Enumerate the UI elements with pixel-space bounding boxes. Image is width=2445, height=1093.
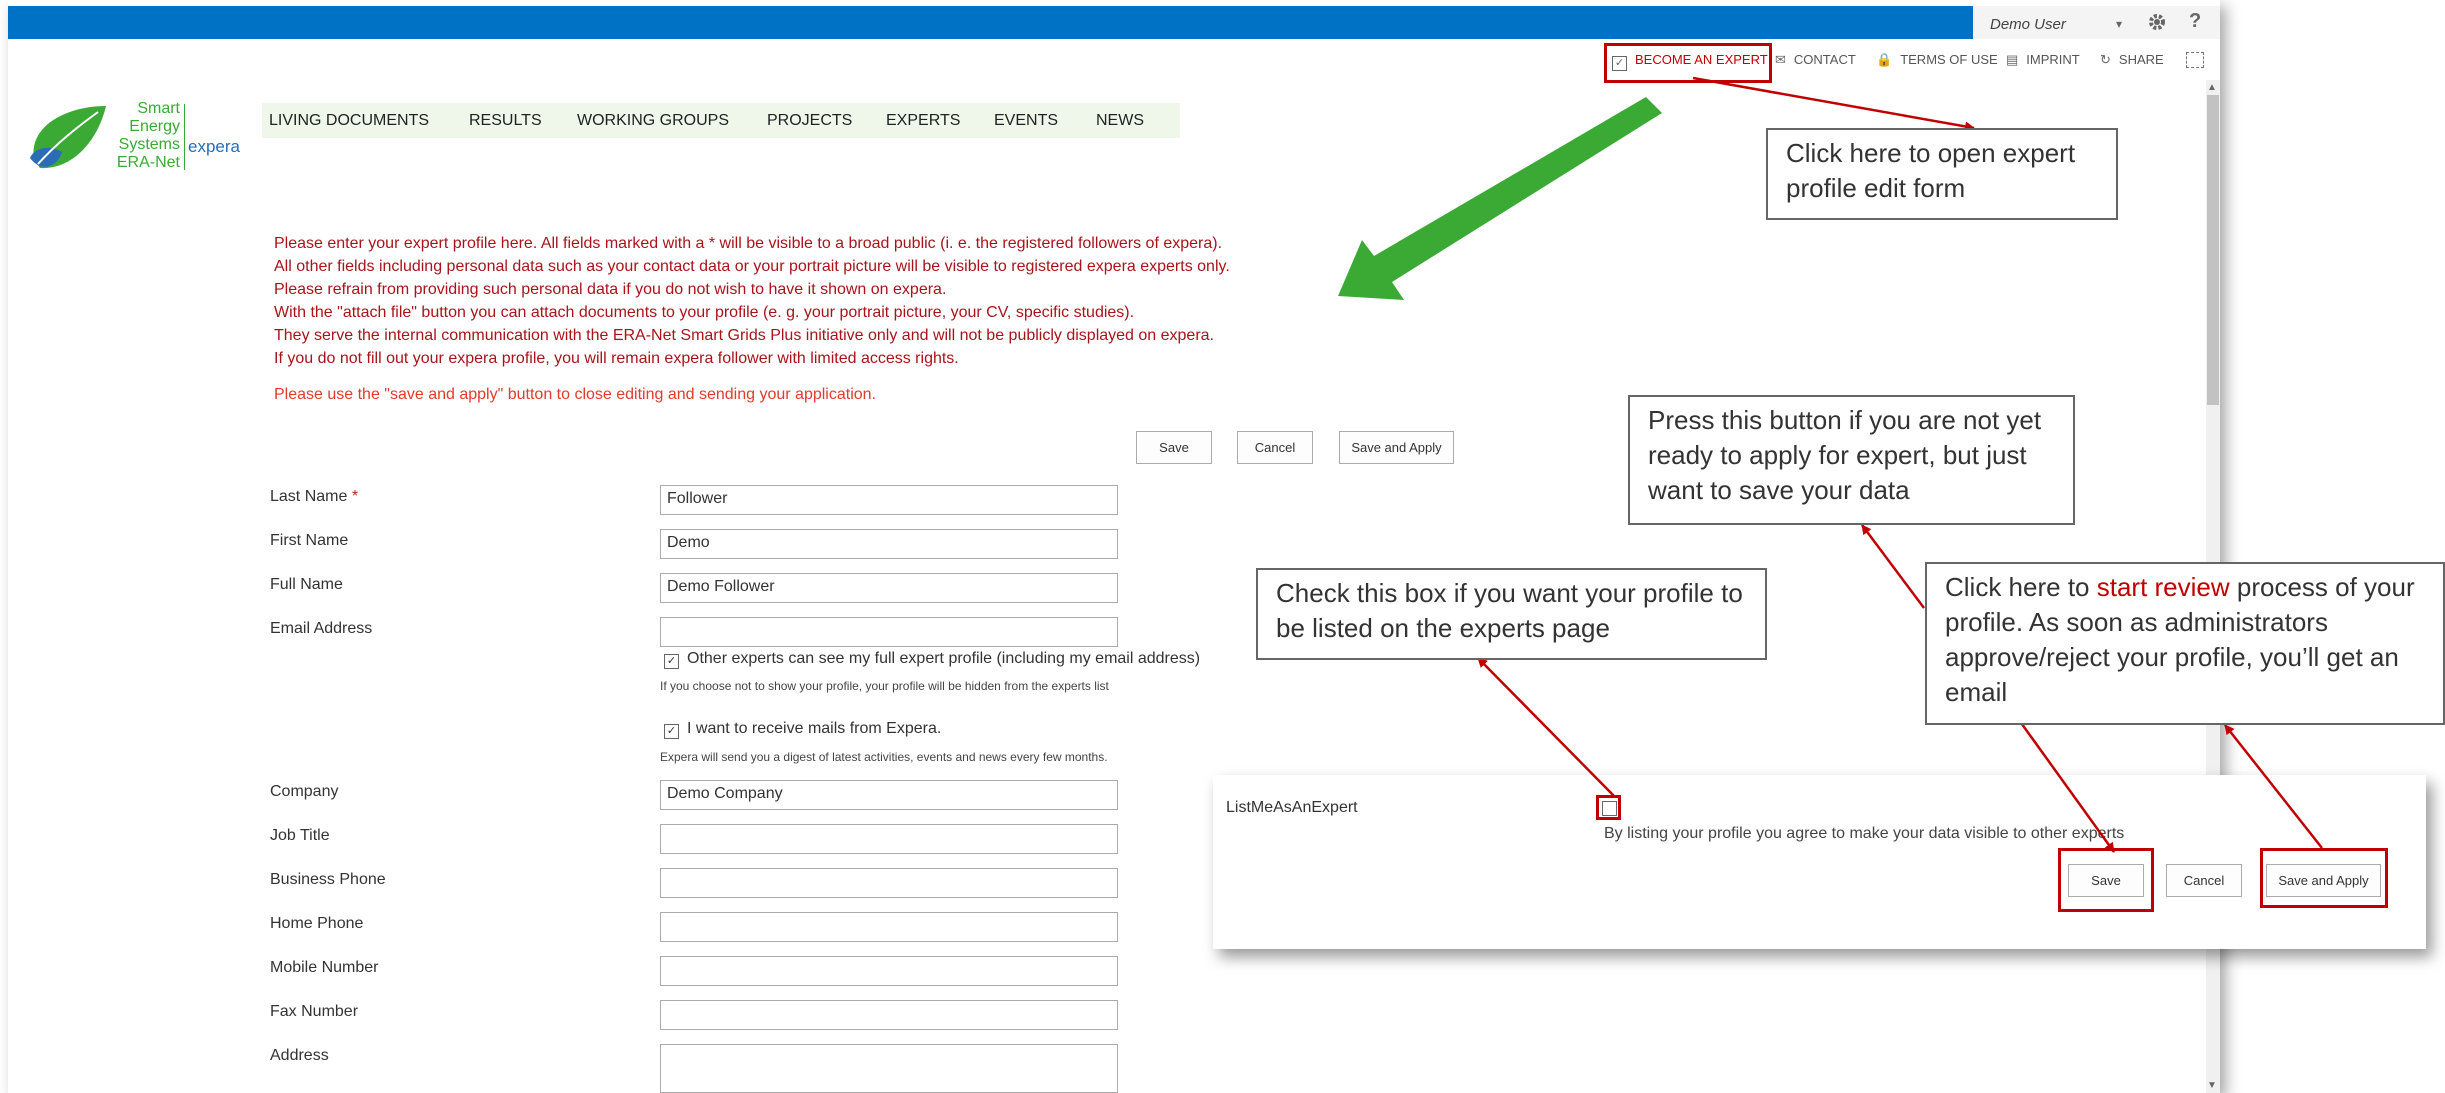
required-marker: * bbox=[347, 488, 359, 505]
nav-item-results[interactable]: RESULTS bbox=[469, 112, 542, 130]
callout-open-form: Click here to open expert profile edit f… bbox=[1766, 128, 2118, 220]
gear-icon[interactable] bbox=[2146, 11, 2168, 33]
list-me-panel bbox=[1213, 775, 2426, 949]
become-expert-label: BECOME AN EXPERT bbox=[1635, 52, 1768, 67]
callout-start-review: Click here to start review process of yo… bbox=[1925, 562, 2445, 725]
leaf-logo-icon bbox=[28, 100, 108, 176]
focus-mode-icon[interactable] bbox=[2186, 52, 2204, 68]
home-phone-label: Home Phone bbox=[270, 915, 364, 932]
full-name-label: Full Name bbox=[270, 576, 343, 593]
company-label: Company bbox=[270, 783, 339, 800]
nav-item-projects[interactable]: PROJECTS bbox=[767, 112, 852, 130]
imprint-label: IMPRINT bbox=[2026, 52, 2080, 67]
panel-save-button[interactable]: Save bbox=[2068, 864, 2144, 897]
contact-link[interactable]: ✉ CONTACT bbox=[1775, 52, 1856, 68]
fax-number-input[interactable] bbox=[660, 1000, 1118, 1030]
callout-checkbox-hint: Check this box if you want your profile … bbox=[1256, 568, 1767, 660]
panel-cancel-button[interactable]: Cancel bbox=[2166, 864, 2242, 897]
business-phone-label: Business Phone bbox=[270, 871, 386, 888]
home-phone-input[interactable] bbox=[660, 912, 1118, 942]
nav-item-working-groups[interactable]: WORKING GROUPS bbox=[577, 112, 729, 130]
intro-line: With the "attach file" button you can at… bbox=[274, 304, 1135, 321]
logo-expera: expera bbox=[188, 137, 240, 156]
intro-line: If you do not fill out your expera profi… bbox=[274, 350, 959, 367]
show-profile-hint: If you choose not to show your profile, … bbox=[660, 679, 1109, 693]
lock-icon: 🔒 bbox=[1876, 52, 1893, 67]
share-icon: ↻ bbox=[2100, 52, 2111, 67]
company-input[interactable]: Demo Company bbox=[660, 780, 1118, 810]
help-icon[interactable]: ? bbox=[2189, 10, 2201, 33]
intro-text: Please enter your expert profile here. A… bbox=[274, 232, 1230, 370]
business-phone-input[interactable] bbox=[660, 868, 1118, 898]
nav-item-experts[interactable]: EXPERTS bbox=[886, 112, 960, 130]
first-name-input[interactable]: Demo bbox=[660, 529, 1118, 559]
imprint-icon: ▤ bbox=[2006, 52, 2019, 67]
nav-item-living-documents[interactable]: LIVING DOCUMENTS bbox=[269, 112, 429, 130]
logo-wordmark: Smart Energy Systems ERA-Net bbox=[110, 100, 180, 172]
address-input[interactable] bbox=[660, 1044, 1118, 1093]
show-profile-checkbox[interactable]: ✓ bbox=[664, 654, 679, 669]
list-me-agreement: By listing your profile you agree to mak… bbox=[1604, 825, 2125, 842]
logo-line: Energy bbox=[129, 118, 180, 135]
save-and-apply-button[interactable]: Save and Apply bbox=[1339, 431, 1454, 464]
apply-note: Please use the "save and apply" button t… bbox=[274, 386, 876, 403]
intro-line: Please refrain from providing such perso… bbox=[274, 281, 947, 298]
suite-bar bbox=[8, 6, 1973, 39]
callout-review-prefix: Click here to bbox=[1945, 572, 2097, 602]
full-name-input[interactable]: Demo Follower bbox=[660, 573, 1118, 603]
intro-line: All other fields including personal data… bbox=[274, 258, 1230, 275]
last-name-label: Last Name * bbox=[270, 488, 358, 506]
last-name-input[interactable]: Follower bbox=[660, 485, 1118, 515]
logo-line: ERA-Net bbox=[116, 154, 180, 171]
become-expert-link[interactable]: ✓ BECOME AN EXPERT bbox=[1612, 52, 1768, 71]
scroll-down-icon[interactable]: ▼ bbox=[2207, 1080, 2217, 1091]
email-label: Email Address bbox=[270, 620, 373, 637]
save-button[interactable]: Save bbox=[1136, 431, 1212, 464]
mobile-number-label: Mobile Number bbox=[270, 959, 379, 976]
logo-divider bbox=[184, 104, 185, 170]
email-input[interactable] bbox=[660, 617, 1118, 647]
terms-link[interactable]: 🔒 TERMS OF USE bbox=[1876, 52, 1998, 68]
callout-save-hint: Press this button if you are not yet rea… bbox=[1628, 395, 2075, 525]
logo-line: Smart bbox=[137, 100, 180, 117]
logo-line: Systems bbox=[118, 136, 180, 153]
scrollbar-thumb[interactable] bbox=[2207, 95, 2219, 405]
list-me-checkbox[interactable] bbox=[1602, 801, 1617, 816]
contact-label: CONTACT bbox=[1793, 52, 1856, 67]
job-title-input[interactable] bbox=[660, 824, 1118, 854]
checkbox-edit-icon: ✓ bbox=[1612, 56, 1627, 71]
scroll-up-icon[interactable]: ▲ bbox=[2207, 82, 2217, 93]
address-label: Address bbox=[270, 1047, 329, 1064]
intro-line: They serve the internal communication wi… bbox=[274, 327, 1214, 344]
imprint-link[interactable]: ▤ IMPRINT bbox=[2006, 52, 2080, 68]
intro-line: Please enter your expert profile here. A… bbox=[274, 235, 1223, 252]
panel-save-and-apply-button[interactable]: Save and Apply bbox=[2266, 864, 2381, 897]
receive-mails-checkbox[interactable]: ✓ bbox=[664, 724, 679, 739]
list-me-label: ListMeAsAnExpert bbox=[1226, 799, 1358, 816]
first-name-label: First Name bbox=[270, 532, 349, 549]
show-profile-label: Other experts can see my full expert pro… bbox=[687, 650, 1201, 667]
chevron-down-icon[interactable]: ▾ bbox=[2116, 17, 2122, 31]
share-link[interactable]: ↻ SHARE bbox=[2100, 52, 2164, 68]
terms-label: TERMS OF USE bbox=[1900, 52, 1998, 67]
user-name[interactable]: Demo User bbox=[1990, 16, 2066, 33]
receive-mails-label: I want to receive mails from Expera. bbox=[687, 720, 942, 737]
nav-item-news[interactable]: NEWS bbox=[1096, 112, 1144, 130]
job-title-label: Job Title bbox=[270, 827, 330, 844]
mobile-number-input[interactable] bbox=[660, 956, 1118, 986]
callout-review-highlight: start review bbox=[2096, 572, 2230, 602]
mail-icon: ✉ bbox=[1775, 52, 1786, 67]
receive-mails-hint: Expera will send you a digest of latest … bbox=[660, 750, 1108, 764]
fax-number-label: Fax Number bbox=[270, 1003, 359, 1020]
cancel-button[interactable]: Cancel bbox=[1237, 431, 1313, 464]
share-label: SHARE bbox=[2118, 52, 2164, 67]
last-name-label-text: Last Name bbox=[270, 488, 348, 505]
nav-item-events[interactable]: EVENTS bbox=[994, 112, 1058, 130]
